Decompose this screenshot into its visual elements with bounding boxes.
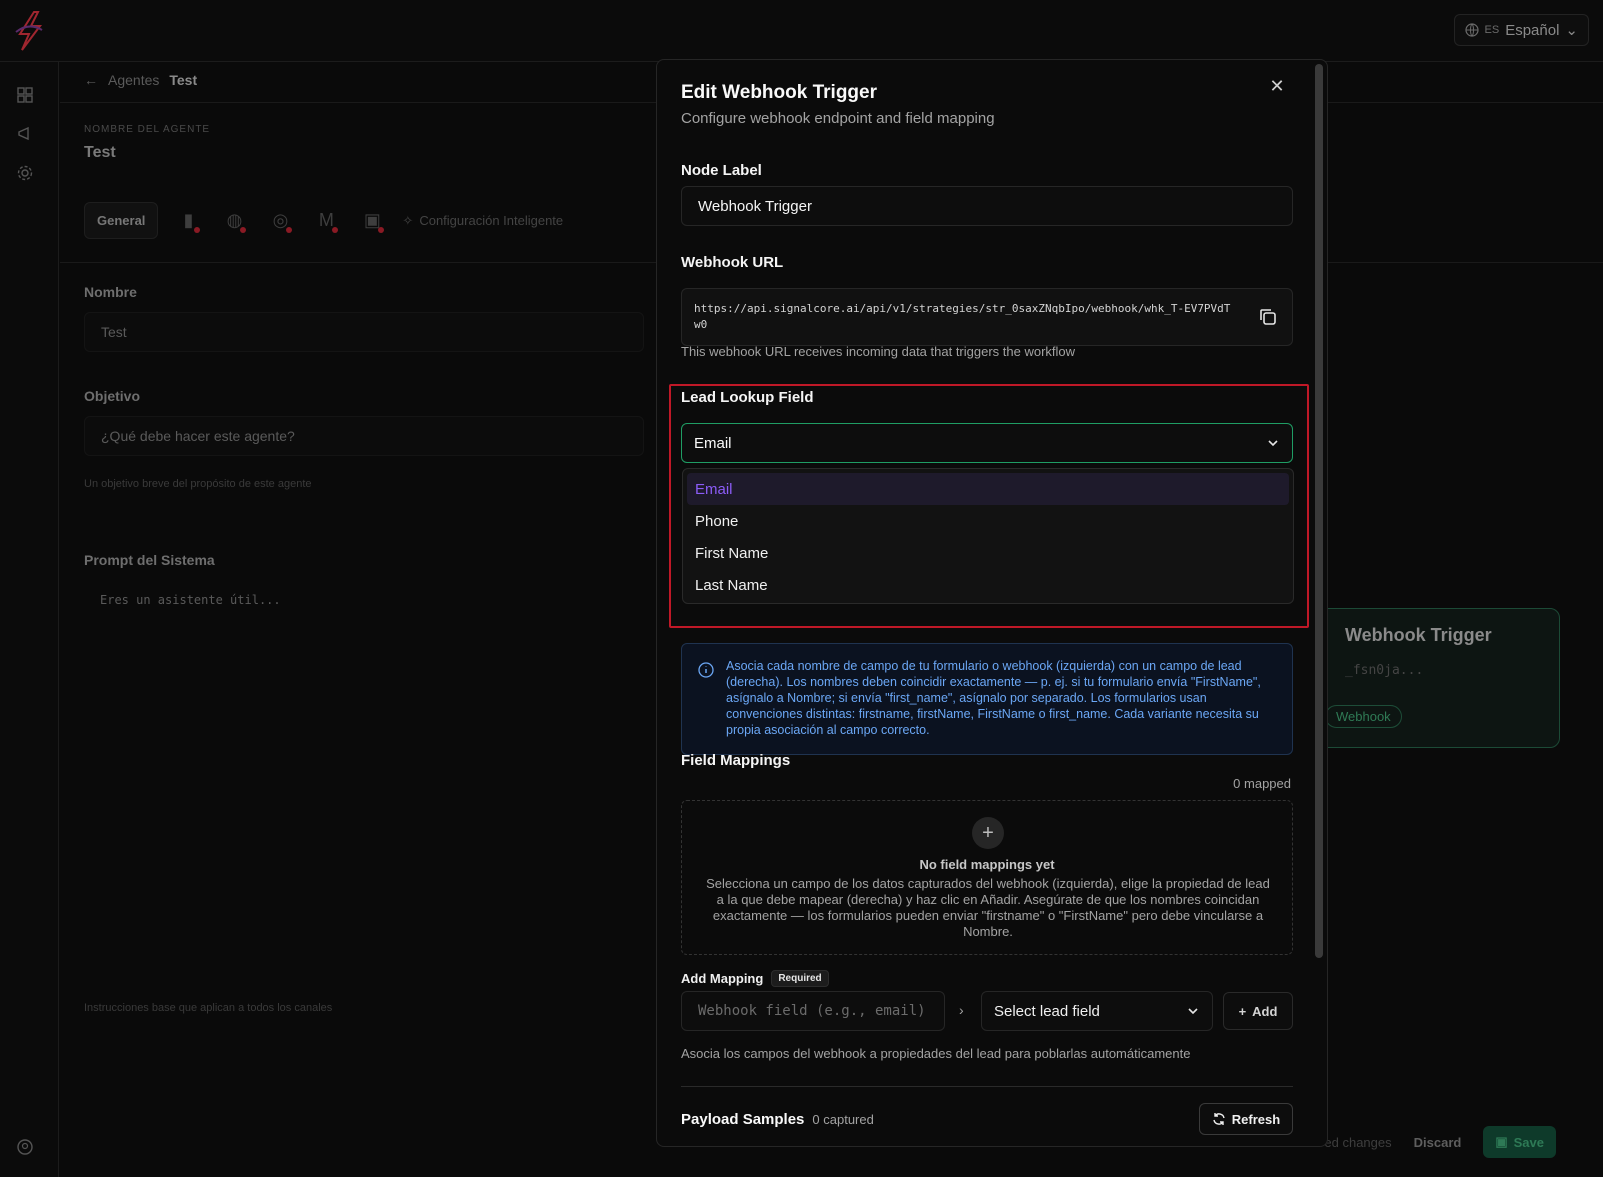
tab-sms[interactable]: ▮	[172, 205, 204, 237]
option-phone[interactable]: Phone	[687, 505, 1289, 537]
settings-gear-icon[interactable]	[16, 164, 34, 182]
channel-tabs: General ▮ ◍ ◎ M ▣ ✧ Configuración Intelig…	[84, 202, 563, 239]
node-title: Webhook Trigger	[1345, 625, 1492, 645]
tab-smart-config[interactable]: ✧ Configuración Inteligente	[402, 213, 563, 229]
copy-icon[interactable]	[1257, 306, 1279, 328]
discard-button[interactable]: Discard	[1414, 1135, 1462, 1150]
divider	[681, 1086, 1293, 1087]
close-icon[interactable]: ✕	[1267, 76, 1287, 96]
refresh-icon	[1213, 1113, 1225, 1125]
node-label-label: Node Label	[681, 162, 762, 179]
name-input[interactable]: Test	[84, 312, 644, 352]
globe-icon	[1464, 23, 1479, 37]
lead-lookup-value: Email	[694, 434, 732, 452]
dashboard-icon[interactable]	[16, 86, 34, 104]
sidebar	[0, 62, 59, 1177]
add-button-label: Add	[1252, 1003, 1278, 1019]
plus-icon: +	[972, 817, 1004, 849]
top-bar: ES Español ⌄	[0, 0, 1603, 62]
save-label: Save	[1513, 1134, 1544, 1150]
chevron-down-icon	[1268, 440, 1278, 447]
language-selector[interactable]: ES Español ⌄	[1453, 14, 1589, 46]
lead-lookup-dropdown: Email Phone First Name Last Name	[682, 468, 1294, 604]
field-mappings-label: Field Mappings	[681, 752, 791, 769]
brand-logo-icon[interactable]	[12, 10, 46, 52]
agent-name-label: NOMBRE DEL AGENTE	[84, 124, 211, 135]
option-first-name[interactable]: First Name	[687, 537, 1289, 569]
status-dot	[240, 226, 247, 233]
refresh-label: Refresh	[1231, 1111, 1281, 1127]
tab-whatsapp[interactable]: ◍	[218, 205, 250, 237]
chevron-down-icon	[1188, 1008, 1198, 1015]
arrow-left-icon[interactable]: ←	[84, 72, 98, 88]
add-mapping-button[interactable]: + Add	[1223, 992, 1293, 1030]
language-code: ES	[1484, 24, 1500, 36]
status-dot	[286, 226, 293, 233]
node-label-input[interactable]: Webhook Trigger	[681, 186, 1293, 226]
refresh-button[interactable]: Refresh	[1199, 1103, 1293, 1135]
megaphone-icon[interactable]	[16, 125, 34, 143]
info-text: Asocia cada nombre de campo de tu formul…	[726, 659, 1261, 737]
payload-samples-header: Payload Samples 0 captured	[681, 1111, 874, 1128]
language-label: Español	[1505, 21, 1560, 39]
scrollbar[interactable]	[1315, 64, 1323, 958]
lead-field-placeholder: Select lead field	[994, 1002, 1100, 1020]
save-button[interactable]: ▣ Save	[1483, 1126, 1556, 1158]
lead-field-select[interactable]: Select lead field	[981, 991, 1213, 1031]
lead-lookup-label: Lead Lookup Field	[681, 389, 814, 406]
status-dot	[194, 226, 201, 233]
empty-title: No field mappings yet	[919, 857, 1055, 872]
tab-smart-label: Configuración Inteligente	[419, 213, 564, 228]
sparkle-icon: ✧	[402, 212, 414, 228]
tab-general[interactable]: General	[84, 202, 159, 239]
payload-count: 0 captured	[812, 1112, 874, 1127]
user-profile-icon[interactable]	[16, 1138, 34, 1156]
payload-samples-label: Payload Samples	[681, 1111, 805, 1128]
add-mapping-header: Add Mapping Required	[681, 970, 829, 987]
system-prompt-textarea[interactable]: Eres un asistente útil...	[84, 580, 644, 620]
save-icon: ▣	[1495, 1134, 1508, 1149]
lead-lookup-select[interactable]: Email	[681, 423, 1293, 463]
agent-name: Test	[84, 144, 116, 161]
webhook-url-help: This webhook URL receives incoming data …	[681, 344, 1076, 359]
option-email[interactable]: Email	[687, 473, 1289, 505]
webhook-url-label: Webhook URL	[681, 254, 784, 271]
system-prompt-help: Instrucciones base que aplican a todos l…	[84, 1002, 333, 1014]
dialog-subtitle: Configure webhook endpoint and field map…	[681, 110, 995, 127]
required-badge: Required	[771, 970, 829, 987]
objective-help: Un objetivo breve del propósito de este …	[84, 478, 312, 490]
chevron-right-icon: ›	[959, 1002, 964, 1018]
option-last-name[interactable]: Last Name	[687, 569, 1289, 601]
add-mapping-help: Asocia los campos del webhook a propieda…	[681, 1046, 1191, 1061]
empty-description: Selecciona un campo de los datos captura…	[706, 876, 1270, 939]
mapped-count: 0 mapped	[1233, 776, 1291, 791]
objective-input[interactable]: ¿Qué debe hacer este agente?	[84, 416, 644, 456]
edit-webhook-trigger-dialog: Edit Webhook Trigger Configure webhook e…	[656, 59, 1328, 1147]
objective-label: Objetivo	[84, 388, 141, 404]
dialog-title: Edit Webhook Trigger	[681, 82, 877, 103]
system-prompt-label: Prompt del Sistema	[84, 552, 215, 568]
empty-mappings-state: + No field mappings yet Selecciona un ca…	[681, 800, 1293, 955]
chevron-down-icon: ⌄	[1565, 22, 1578, 39]
breadcrumb-current: Test	[169, 72, 198, 88]
phone-icon: ▮	[183, 210, 194, 230]
breadcrumb: ← Agentes Test	[84, 72, 197, 88]
breadcrumb-agents-link[interactable]: Agentes	[108, 72, 159, 88]
add-mapping-label: Add Mapping	[681, 971, 764, 986]
status-dot	[332, 226, 339, 233]
info-icon	[698, 662, 714, 678]
webhook-field-input[interactable]: Webhook field (e.g., email)	[681, 991, 945, 1031]
tab-linkedin[interactable]: ▣	[356, 205, 388, 237]
plus-icon: +	[1238, 1003, 1247, 1019]
node-type-badge: Webhook	[1325, 705, 1402, 728]
tab-gmail[interactable]: M	[310, 205, 342, 237]
webhook-url-field[interactable]: https://api.signalcore.ai/api/v1/strateg…	[681, 288, 1293, 346]
mapping-info-box: Asocia cada nombre de campo de tu formul…	[681, 643, 1293, 755]
unsaved-changes-text: ed changes	[1324, 1134, 1392, 1150]
status-dot	[378, 226, 385, 233]
tab-instagram[interactable]: ◎	[264, 205, 296, 237]
name-label: Nombre	[84, 284, 137, 300]
node-id: _fsn0ja...	[1345, 663, 1424, 678]
